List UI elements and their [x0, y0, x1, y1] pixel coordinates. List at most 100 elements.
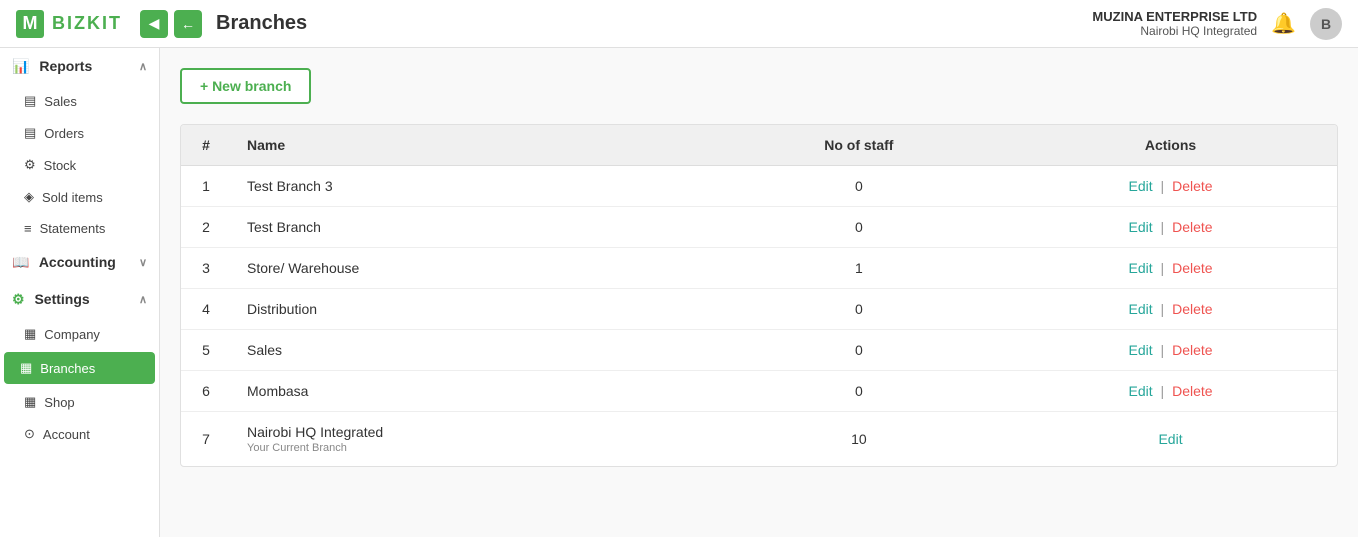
nav-back-button[interactable]: ←: [174, 10, 202, 38]
sidebar-item-orders[interactable]: ▤ Orders: [0, 117, 159, 149]
action-separator: |: [1157, 301, 1168, 317]
cell-num: 7: [181, 412, 231, 467]
layout: 📊 Reports ∧ ▤ Sales ▤ Orders ⚙ Stock ◈ S…: [0, 48, 1358, 537]
delete-link[interactable]: Delete: [1172, 260, 1212, 276]
header-right: MUZINA ENTERPRISE LTD Nairobi HQ Integra…: [1092, 8, 1342, 40]
delete-link[interactable]: Delete: [1172, 301, 1212, 317]
col-header-num: #: [181, 125, 231, 166]
sidebar-item-shop[interactable]: ▦ Shop: [0, 386, 159, 418]
company-name: MUZINA ENTERPRISE LTD: [1092, 9, 1257, 24]
table-row: 2Test Branch0Edit | Delete: [181, 207, 1337, 248]
cell-staff: 0: [714, 166, 1004, 207]
header: M BIZKIT ◀ ← Branches MUZINA ENTERPRISE …: [0, 0, 1358, 48]
logo-icon: M: [16, 10, 44, 38]
sidebar-item-sales[interactable]: ▤ Sales: [0, 85, 159, 117]
cell-num: 1: [181, 166, 231, 207]
edit-link[interactable]: Edit: [1129, 178, 1153, 194]
avatar[interactable]: B: [1310, 8, 1342, 40]
sidebar-group-settings[interactable]: ⚙ Settings ∧: [0, 281, 159, 318]
cell-staff: 0: [714, 371, 1004, 412]
statements-icon: ≡: [24, 221, 32, 236]
cell-name: Sales: [231, 330, 714, 371]
sales-icon: ▤: [24, 93, 36, 109]
table-row: 7Nairobi HQ IntegratedYour Current Branc…: [181, 412, 1337, 467]
company-icon: ▦: [24, 326, 36, 342]
sidebar-item-account[interactable]: ⊙ Account: [0, 418, 159, 450]
cell-name: Store/ Warehouse: [231, 248, 714, 289]
reports-label: Reports: [39, 58, 92, 74]
edit-link[interactable]: Edit: [1129, 301, 1153, 317]
cell-actions: Edit | Delete: [1004, 248, 1337, 289]
edit-link[interactable]: Edit: [1129, 383, 1153, 399]
cell-num: 4: [181, 289, 231, 330]
cell-name: Test Branch: [231, 207, 714, 248]
delete-link[interactable]: Delete: [1172, 342, 1212, 358]
sidebar-branches-label: Branches: [40, 361, 95, 376]
edit-link[interactable]: Edit: [1129, 219, 1153, 235]
sidebar-company-label: Company: [44, 327, 100, 342]
cell-actions: Edit | Delete: [1004, 207, 1337, 248]
sold-items-icon: ◈: [24, 189, 34, 205]
sidebar-item-branches[interactable]: ▦ Branches: [4, 352, 155, 384]
main-content: + New branch # Name No of staff Actions …: [160, 48, 1358, 537]
action-separator: |: [1157, 178, 1168, 194]
delete-link[interactable]: Delete: [1172, 383, 1212, 399]
action-separator: |: [1157, 219, 1168, 235]
cell-staff: 0: [714, 207, 1004, 248]
sidebar-sold-items-label: Sold items: [42, 190, 103, 205]
cell-name: Test Branch 3: [231, 166, 714, 207]
edit-link[interactable]: Edit: [1129, 260, 1153, 276]
sidebar-orders-label: Orders: [44, 126, 84, 141]
reports-icon: 📊: [12, 58, 29, 74]
sidebar-sales-label: Sales: [44, 94, 77, 109]
sidebar-item-sold-items[interactable]: ◈ Sold items: [0, 181, 159, 213]
sidebar-item-statements[interactable]: ≡ Statements: [0, 213, 159, 244]
sidebar-group-reports[interactable]: 📊 Reports ∧: [0, 48, 159, 85]
col-header-staff: No of staff: [714, 125, 1004, 166]
nav-collapse-button[interactable]: ◀: [140, 10, 168, 38]
edit-link[interactable]: Edit: [1158, 431, 1182, 447]
cell-staff: 10: [714, 412, 1004, 467]
sidebar: 📊 Reports ∧ ▤ Sales ▤ Orders ⚙ Stock ◈ S…: [0, 48, 160, 537]
cell-name: Nairobi HQ IntegratedYour Current Branch: [231, 412, 714, 467]
bell-icon[interactable]: 🔔: [1271, 11, 1296, 36]
sidebar-account-label: Account: [43, 427, 90, 442]
cell-sub-text: Your Current Branch: [247, 442, 698, 454]
cell-actions: Edit: [1004, 412, 1337, 467]
col-header-name: Name: [231, 125, 714, 166]
sidebar-group-accounting[interactable]: 📖 Accounting ∨: [0, 244, 159, 281]
sidebar-item-stock[interactable]: ⚙ Stock: [0, 149, 159, 181]
delete-link[interactable]: Delete: [1172, 219, 1212, 235]
account-icon: ⊙: [24, 426, 35, 442]
logo-area: M BIZKIT ◀ ←: [16, 10, 202, 38]
reports-chevron: ∧: [139, 60, 147, 73]
new-branch-button[interactable]: + New branch: [180, 68, 311, 104]
table-header-row: # Name No of staff Actions: [181, 125, 1337, 166]
action-separator: |: [1157, 260, 1168, 276]
branch-name: Nairobi HQ Integrated: [1092, 24, 1257, 38]
accounting-label: Accounting: [39, 254, 116, 270]
branches-table: # Name No of staff Actions 1Test Branch …: [181, 125, 1337, 466]
cell-actions: Edit | Delete: [1004, 330, 1337, 371]
table-row: 3Store/ Warehouse1Edit | Delete: [181, 248, 1337, 289]
nav-buttons: ◀ ←: [140, 10, 202, 38]
cell-name: Distribution: [231, 289, 714, 330]
cell-name: Mombasa: [231, 371, 714, 412]
table-row: 6Mombasa0Edit | Delete: [181, 371, 1337, 412]
delete-link[interactable]: Delete: [1172, 178, 1212, 194]
cell-actions: Edit | Delete: [1004, 289, 1337, 330]
sidebar-shop-label: Shop: [44, 395, 74, 410]
branches-icon: ▦: [20, 360, 32, 376]
stock-icon: ⚙: [24, 157, 36, 173]
cell-staff: 1: [714, 248, 1004, 289]
settings-chevron: ∧: [139, 293, 147, 306]
sidebar-statements-label: Statements: [40, 221, 106, 236]
branches-table-container: # Name No of staff Actions 1Test Branch …: [180, 124, 1338, 467]
edit-link[interactable]: Edit: [1129, 342, 1153, 358]
orders-icon: ▤: [24, 125, 36, 141]
logo-text: BIZKIT: [52, 13, 122, 34]
settings-label: Settings: [34, 291, 89, 307]
col-header-actions: Actions: [1004, 125, 1337, 166]
accounting-chevron: ∨: [139, 256, 147, 269]
sidebar-item-company[interactable]: ▦ Company: [0, 318, 159, 350]
